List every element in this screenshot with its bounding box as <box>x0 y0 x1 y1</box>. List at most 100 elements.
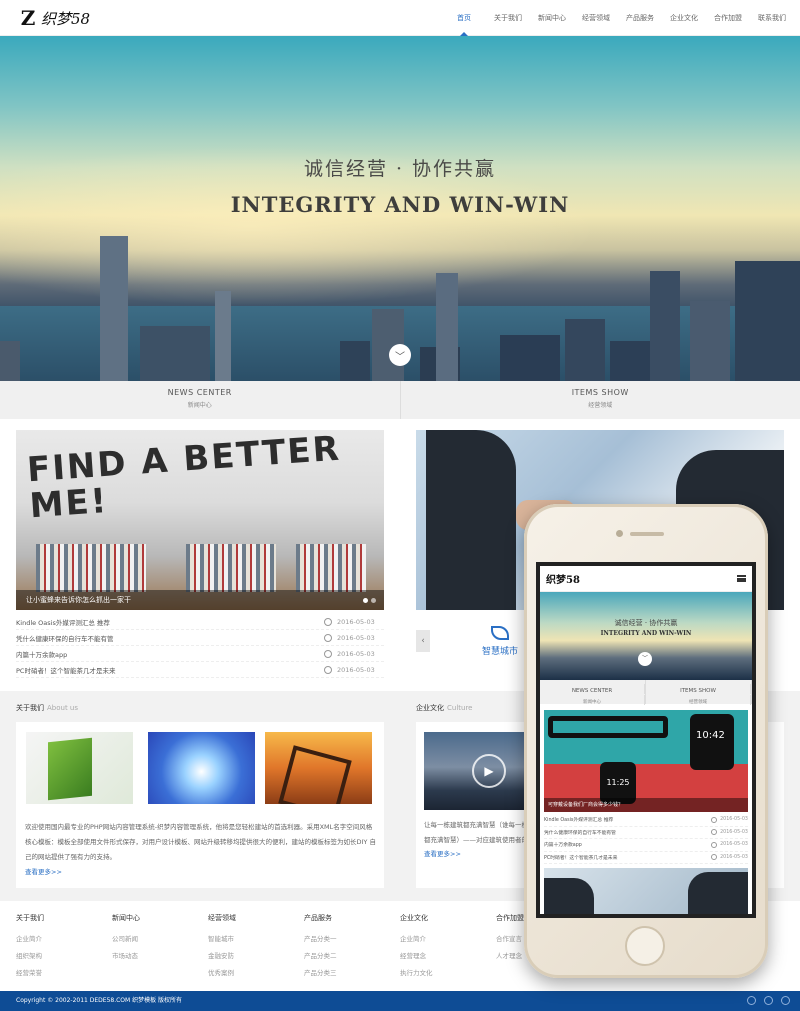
culture-more-link[interactable]: 查看更多>> <box>424 848 461 858</box>
footer-link[interactable]: 企业简介 <box>400 931 490 948</box>
footer-link[interactable]: 组织架构 <box>16 948 106 965</box>
news-title[interactable]: 凭什么健康环保的自行车不能有管 <box>16 633 114 643</box>
clock-icon <box>324 633 332 642</box>
footer-link[interactable]: 经营理念 <box>400 948 490 965</box>
hamburger-menu-icon[interactable] <box>737 575 746 582</box>
play-icon[interactable]: ▶ <box>472 754 506 788</box>
section-tabs: NEWS CENTER 新闻中心 ITEMS SHOW 经营领域 <box>0 381 800 419</box>
tab-news-center-en: NEWS CENTER <box>167 388 232 397</box>
service-smart-city[interactable]: 智慧城市 <box>482 626 518 657</box>
slide-dot[interactable] <box>371 598 376 603</box>
news-list-item[interactable]: PC时硝者！这个智能茶几才是未来 2016-05-03 <box>16 662 384 678</box>
news-date: 2016-05-03 <box>337 617 375 626</box>
about-thumb-product-box[interactable] <box>26 732 133 804</box>
news-title[interactable]: PC时硝者！这个智能茶几才是未来 <box>544 854 617 861</box>
news-title[interactable]: PC时硝者！这个智能茶几才是未来 <box>16 665 115 675</box>
mobile-tab-news[interactable]: NEWS CENTER 新闻中心 <box>540 680 646 705</box>
mobile-news-item[interactable]: 凭什么健康环保的自行车不能有管 2016-05-03 <box>544 827 748 839</box>
phone-speaker <box>630 532 664 536</box>
about-thumb-light[interactable] <box>148 732 255 804</box>
news-date: 2016-05-03 <box>337 665 375 674</box>
page: Z 织梦58 首页 关于我们 新闻中心 经营领域 产品服务 企业文化 合作加盟 … <box>0 0 800 1011</box>
tab-items-show-cn: 经营领域 <box>588 402 613 409</box>
nav-contact[interactable]: 联系我们 <box>750 0 794 36</box>
mobile-news-image[interactable]: 10:42 11:25 可穿戴设备我们厂商会得多少钱？ <box>544 710 748 812</box>
news-slide-caption[interactable]: 让小蜜蜂来告诉你怎么抓出一家干 <box>16 590 384 610</box>
chevron-down-icon: ﹀ <box>395 351 405 363</box>
nav-culture[interactable]: 企业文化 <box>662 0 706 36</box>
footer-link[interactable]: 智能城市 <box>208 931 298 948</box>
footer-link[interactable]: 执行力文化 <box>400 965 490 982</box>
news-list: Kindle Oasis外媒评测汇总 推荐 2016-05-03 凭什么健康环保的… <box>16 614 384 678</box>
news-list-item[interactable]: Kindle Oasis外媒评测汇总 推荐 2016-05-03 <box>16 614 384 630</box>
site-header: Z 织梦58 首页 关于我们 新闻中心 经营领域 产品服务 企业文化 合作加盟 … <box>0 0 800 37</box>
mobile-logo[interactable]: 织梦58 <box>546 571 580 586</box>
tab-news-center[interactable]: NEWS CENTER 新闻中心 <box>0 381 401 419</box>
clock-icon <box>711 854 718 861</box>
news-slide-image[interactable]: FIND A BETTER ME! 让小蜜蜂来告诉你怎么抓出一家干 <box>16 430 384 610</box>
watch-time: 10:42 <box>696 730 725 741</box>
news-title[interactable]: 凭什么健康环保的自行车不能有管 <box>544 829 616 836</box>
mobile-news-item[interactable]: 内篇十万余款app 2016-05-03 <box>544 839 748 852</box>
footer-col-head[interactable]: 企业文化 <box>400 913 490 923</box>
tab-items-show[interactable]: ITEMS SHOW 经营领域 <box>401 381 800 419</box>
site-logo[interactable]: Z 织梦58 <box>18 6 91 30</box>
news-title[interactable]: 内篇十万余款app <box>544 841 582 848</box>
phone-home-button[interactable] <box>625 926 665 966</box>
nav-news[interactable]: 新闻中心 <box>530 0 574 36</box>
mobile-news-item[interactable]: Kindle Oasis外媒评测汇总 推荐 2016-05-03 <box>544 814 748 827</box>
mobile-items-image[interactable] <box>544 868 748 914</box>
news-panel: FIND A BETTER ME! 让小蜜蜂来告诉你怎么抓出一家干 Kindle… <box>16 430 384 680</box>
footer-link[interactable]: 产品分类一 <box>304 931 394 948</box>
clock-icon <box>711 829 718 836</box>
footer-link[interactable]: 优秀案例 <box>208 965 298 982</box>
logo-text: 织梦58 <box>41 9 91 28</box>
about-thumb-sunset[interactable] <box>265 732 372 804</box>
footer-link[interactable]: 产品分类三 <box>304 965 394 982</box>
tab-items-show-en: ITEMS SHOW <box>571 388 629 397</box>
mobile-tab-en: ITEMS SHOW <box>646 684 751 694</box>
footer-col-head[interactable]: 经营领域 <box>208 913 298 923</box>
footer-link[interactable]: 金融安防 <box>208 948 298 965</box>
items-prev-arrow[interactable]: ‹ <box>416 630 430 652</box>
slide-dot[interactable] <box>363 598 368 603</box>
scroll-down-button[interactable]: ﹀ <box>389 344 411 366</box>
clock-icon <box>324 649 332 658</box>
mobile-tab-items[interactable]: ITEMS SHOW 经营领域 <box>646 680 752 705</box>
news-list-item[interactable]: 内篇十万余款app 2016-05-03 <box>16 646 384 662</box>
nav-home[interactable]: 首页 <box>442 0 486 37</box>
footer-link[interactable]: 企业简介 <box>16 931 106 948</box>
wechat-icon[interactable] <box>781 996 790 1005</box>
nav-join[interactable]: 合作加盟 <box>706 0 750 36</box>
nav-about[interactable]: 关于我们 <box>486 0 530 36</box>
news-list-item[interactable]: 凭什么健康环保的自行车不能有管 2016-05-03 <box>16 630 384 646</box>
qq-icon[interactable] <box>764 996 773 1005</box>
news-title[interactable]: Kindle Oasis外媒评测汇总 推荐 <box>16 617 110 627</box>
nav-business[interactable]: 经营领域 <box>574 0 618 36</box>
mobile-news-list: Kindle Oasis外媒评测汇总 推荐 2016-05-03 凭什么健康环保的… <box>544 814 748 864</box>
footer-col-head[interactable]: 新闻中心 <box>112 913 202 923</box>
footer-col-head[interactable]: 关于我们 <box>16 913 106 923</box>
smartwatch-graphic: 10:42 <box>690 714 734 770</box>
footer-col: 新闻中心 公司新闻 市场动态 <box>112 913 202 965</box>
news-date: 2016-05-03 <box>337 633 375 642</box>
clock-icon <box>711 816 718 823</box>
about-title-en: About us <box>47 704 79 712</box>
about-text: 欢迎使用国内最专业的PHP网站内容管理系统-织梦内容管理系统，他将是您轻松建站的… <box>25 823 376 861</box>
about-more-link[interactable]: 查看更多>> <box>25 866 62 876</box>
footer-col-head[interactable]: 产品服务 <box>304 913 394 923</box>
news-title[interactable]: Kindle Oasis外媒评测汇总 推荐 <box>544 816 613 823</box>
mobile-header: 织梦58 <box>540 566 752 592</box>
service-label: 智慧城市 <box>482 647 519 657</box>
mobile-news-caption[interactable]: 可穿戴设备我们厂商会得多少钱？ <box>544 798 748 812</box>
weibo-icon[interactable] <box>747 996 756 1005</box>
footer-link[interactable]: 经营荣誉 <box>16 965 106 982</box>
footer-link[interactable]: 产品分类二 <box>304 948 394 965</box>
clock-icon <box>324 617 332 626</box>
mobile-news-item[interactable]: PC时硝者！这个智能茶几才是未来 2016-05-03 <box>544 852 748 864</box>
footer-link[interactable]: 市场动态 <box>112 948 202 965</box>
news-title[interactable]: 内篇十万余款app <box>16 649 67 659</box>
nav-products[interactable]: 产品服务 <box>618 0 662 36</box>
mobile-chevron-down-icon[interactable]: ﹀ <box>638 652 652 666</box>
footer-link[interactable]: 公司新闻 <box>112 931 202 948</box>
